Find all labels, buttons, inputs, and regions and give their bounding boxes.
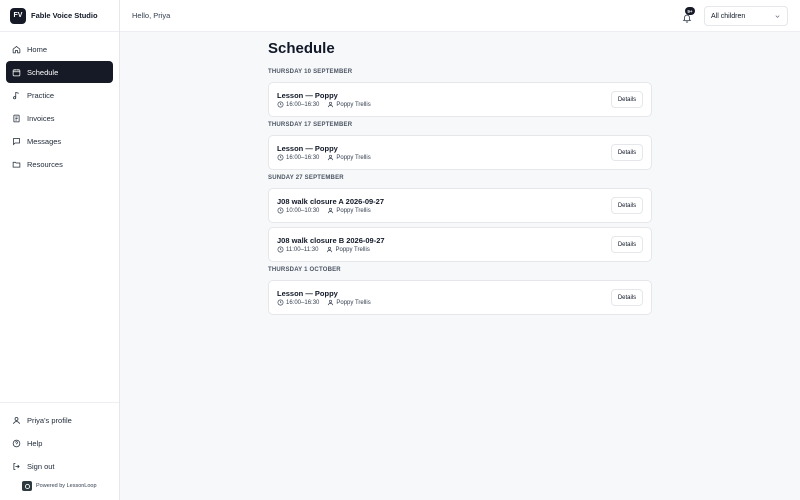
event-meta: 11:00–11:30 Poppy Trellis [277, 246, 370, 253]
sidebar-item-label: Schedule [27, 67, 59, 77]
sign-out-icon [13, 462, 20, 470]
clock-icon [277, 101, 284, 108]
details-button[interactable]: Details [611, 197, 643, 214]
music-note-icon [13, 91, 19, 99]
event-time: 11:00–11:30 [286, 246, 319, 253]
sidebar-item-messages[interactable]: Messages [6, 130, 113, 152]
home-icon [12, 45, 21, 53]
sidebar-item-resources[interactable]: Resources [6, 153, 113, 175]
chevron-down-icon [775, 15, 780, 18]
event-person: Poppy Trellis [336, 207, 371, 214]
top-bar: Hello, Priya 9+ All children [120, 0, 800, 32]
details-button[interactable]: Details [611, 91, 643, 108]
event-title: J08 walk closure A 2026-09-27 [277, 197, 385, 206]
page-title: Schedule [268, 40, 335, 57]
sidebar-item-help[interactable]: Help [6, 432, 113, 454]
event-person: Poppy Trellis [336, 154, 371, 161]
brand-name: Fable Voice Studio [31, 11, 98, 20]
event-card: Lesson — Poppy 16:00–16:30 Poppy Trellis… [268, 82, 652, 117]
event-card: Lesson — Poppy 16:00–16:30 Poppy Trellis… [268, 135, 652, 170]
event-title: Lesson — Poppy [277, 91, 338, 100]
event-person: Poppy Trellis [335, 246, 370, 253]
day-heading: SUNDAY 27 SEPTEMBER [268, 175, 344, 181]
user-icon [13, 416, 20, 424]
sidebar-item-sign-out[interactable]: Sign out [6, 455, 113, 477]
day-heading: THURSDAY 1 OCTOBER [268, 267, 341, 273]
sidebar-item-label: Sign out [27, 461, 55, 471]
sidebar: FV Fable Voice Studio Home Schedule Prac… [0, 0, 120, 500]
details-button[interactable]: Details [611, 236, 643, 253]
sidebar-item-label: Home [27, 44, 48, 54]
greeting: Hello, Priya [132, 11, 171, 20]
brand-logo: FV [10, 7, 26, 24]
event-title: Lesson — Poppy [277, 289, 338, 298]
sidebar-item-schedule[interactable]: Schedule [6, 61, 113, 83]
event-card: Lesson — Poppy 16:00–16:30 Poppy Trellis… [268, 280, 652, 315]
folder-icon [12, 161, 21, 167]
person-icon [328, 299, 334, 306]
brand[interactable]: FV Fable Voice Studio [0, 0, 119, 32]
powered-by-label: Powered by LessonLoop [36, 483, 97, 489]
sidebar-item-label: Priya's profile [27, 415, 72, 425]
event-meta: 16:00–16:30 Poppy Trellis [277, 299, 371, 306]
event-card: J08 walk closure A 2026-09-27 10:00–10:3… [268, 188, 652, 223]
person-icon [328, 101, 334, 108]
help-icon [12, 439, 21, 447]
event-meta: 16:00–16:30 Poppy Trellis [277, 101, 371, 108]
lessonloop-logo-icon [22, 481, 32, 491]
event-title: J08 walk closure B 2026-09-27 [277, 236, 385, 245]
person-icon [327, 246, 333, 253]
event-time: 16:00–16:30 [286, 299, 320, 306]
sidebar-item-label: Help [27, 438, 43, 448]
day-heading: THURSDAY 10 SEPTEMBER [268, 69, 353, 75]
details-button[interactable]: Details [611, 144, 643, 161]
child-filter-select[interactable]: All children [704, 6, 788, 26]
clock-icon [277, 154, 284, 161]
day-heading: THURSDAY 17 SEPTEMBER [268, 122, 353, 128]
calendar-icon [12, 68, 21, 76]
clock-icon [277, 207, 284, 214]
clock-icon [277, 299, 284, 306]
sidebar-item-practice[interactable]: Practice [6, 84, 113, 106]
event-person: Poppy Trellis [336, 101, 371, 108]
event-meta: 16:00–16:30 Poppy Trellis [277, 154, 371, 161]
event-time: 10:00–10:30 [286, 207, 320, 214]
person-icon [328, 154, 334, 161]
event-person: Poppy Trellis [336, 299, 371, 306]
sidebar-item-label: Invoices [27, 113, 55, 123]
event-meta: 10:00–10:30 Poppy Trellis [277, 207, 371, 214]
child-filter-value: All children [711, 12, 746, 20]
sidebar-item-label: Resources [27, 159, 63, 169]
event-time: 16:00–16:30 [286, 154, 320, 161]
event-card: J08 walk closure B 2026-09-27 11:00–11:3… [268, 227, 652, 262]
sidebar-footer: Priya's profile Help Sign out Powered by… [0, 402, 119, 491]
event-title: Lesson — Poppy [277, 144, 338, 153]
sidebar-item-profile[interactable]: Priya's profile [6, 409, 113, 431]
message-icon [13, 137, 20, 145]
sidebar-item-label: Practice [27, 90, 55, 100]
clock-icon [277, 246, 284, 253]
sidebar-item-invoices[interactable]: Invoices [6, 107, 113, 129]
schedule-main: Schedule THURSDAY 10 SEPTEMBER Lesson — … [268, 40, 652, 315]
event-time: 16:00–16:30 [286, 101, 320, 108]
notification-badge: 9+ [685, 7, 695, 15]
sidebar-item-home[interactable]: Home [6, 38, 113, 60]
person-icon [328, 207, 334, 214]
details-button[interactable]: Details [611, 289, 643, 306]
invoice-icon [13, 114, 20, 122]
powered-by[interactable]: Powered by LessonLoop [6, 481, 113, 491]
sidebar-item-label: Messages [27, 136, 62, 146]
main-nav: Home Schedule Practice Invoices Messages… [6, 38, 113, 176]
